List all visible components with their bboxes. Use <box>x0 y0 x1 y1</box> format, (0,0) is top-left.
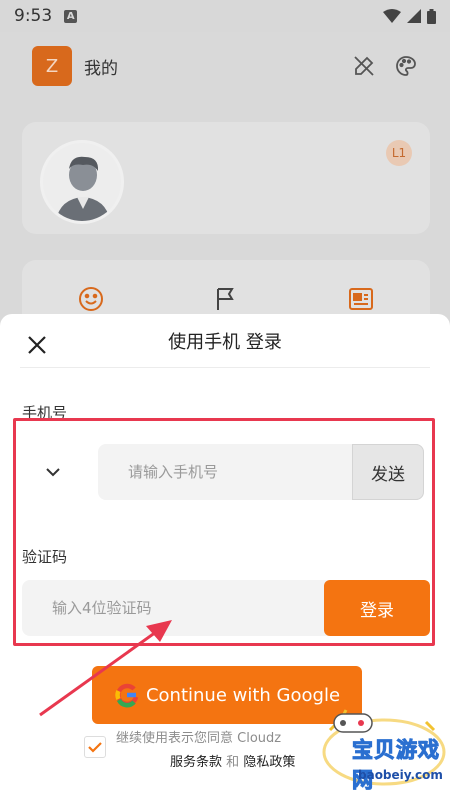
sheet-title: 使用手机 登录 <box>168 331 282 353</box>
id-card-icon[interactable] <box>348 286 374 312</box>
wifi-icon <box>383 9 401 23</box>
code-field: 登录 <box>22 580 430 636</box>
agree-links: 服务条款 和 隐私政策 <box>170 751 295 770</box>
country-code-select[interactable] <box>22 444 84 500</box>
notification-a-icon: A <box>64 9 78 23</box>
no-pen-icon[interactable] <box>352 54 376 78</box>
phone-input[interactable] <box>98 444 352 500</box>
google-icon <box>115 683 139 708</box>
code-label: 验证码 <box>22 548 68 566</box>
agree-text: 继续使用表示您同意 Cloudz <box>116 731 282 746</box>
app-header: Z 我的 <box>0 32 450 100</box>
terms-link[interactable]: 服务条款 <box>170 755 222 770</box>
login-button[interactable]: 登录 <box>324 580 430 636</box>
signal-icon <box>407 9 421 23</box>
status-icons <box>383 8 436 24</box>
send-code-button[interactable]: 发送 <box>352 444 424 500</box>
smiley-icon[interactable] <box>78 286 104 312</box>
profile-card[interactable]: L1 <box>22 122 430 234</box>
page-title: 我的 <box>84 58 118 79</box>
status-bar: 9:53 A <box>0 0 450 32</box>
status-time: 9:53 <box>14 6 53 26</box>
agree-checkbox[interactable] <box>84 736 106 758</box>
watermark-text: 宝贝游戏网 <box>352 738 440 793</box>
user-avatar[interactable]: Z <box>32 46 72 86</box>
profile-photo[interactable] <box>40 140 124 224</box>
check-icon <box>88 741 102 753</box>
and-text: 和 <box>226 755 240 770</box>
google-button-label: Continue with Google <box>145 684 341 706</box>
code-input[interactable] <box>22 580 324 636</box>
privacy-link[interactable]: 隐私政策 <box>243 755 295 770</box>
watermark-url: baobeiy.com <box>358 768 443 782</box>
palette-icon[interactable] <box>394 54 418 78</box>
level-badge: L1 <box>386 140 412 166</box>
chevron-down-icon <box>46 467 60 476</box>
phone-field: 发送 <box>98 444 424 500</box>
battery-icon <box>427 8 436 24</box>
flag-icon[interactable] <box>214 286 238 312</box>
close-icon[interactable] <box>26 334 48 356</box>
phone-label: 手机号 <box>22 404 68 422</box>
sheet-header: 使用手机 登录 <box>20 314 430 368</box>
